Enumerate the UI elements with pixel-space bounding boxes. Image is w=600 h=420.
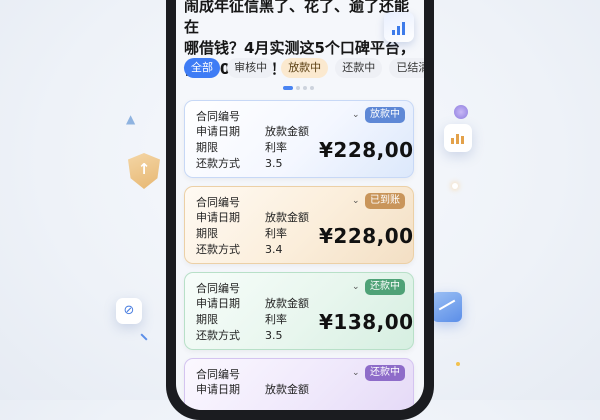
link-icon: ⊘ — [116, 298, 142, 324]
chevron-down-icon[interactable]: ⌄ — [352, 282, 360, 292]
chevron-down-icon[interactable]: ⌄ — [352, 368, 360, 378]
loan-amount-value: ¥138,00 — [319, 310, 414, 334]
chevron-down-icon[interactable]: ⌄ — [352, 196, 360, 206]
loan-card[interactable]: 合同编号 ⌄ 还款中 申请日期 放款金额 — [184, 358, 414, 410]
apply-date-label: 申请日期 — [196, 383, 240, 396]
loan-amount-value: ¥228,00 — [319, 138, 414, 162]
page-dot — [310, 86, 314, 90]
tab-all[interactable]: 全部 — [184, 58, 220, 78]
loan-card[interactable]: 合同编号 ⌄ 放款中 申请日期 放款金额 期限 利率 还款方式 3.5 ¥228… — [184, 100, 414, 178]
chevron-down-icon[interactable]: ⌄ — [352, 110, 360, 120]
term-label: 期限 — [196, 141, 218, 154]
repay-method-value: 3.5 — [265, 329, 283, 342]
chart-badge-icon — [384, 12, 414, 42]
loan-amount-label: 放款金额 — [265, 211, 309, 224]
repay-method-value: 3.4 — [265, 243, 283, 256]
apply-date-label: 申请日期 — [196, 297, 240, 310]
trend-chart-icon — [432, 292, 462, 322]
status-badge: 放款中 — [365, 107, 405, 123]
page-dot — [296, 86, 300, 90]
term-label: 期限 — [196, 227, 218, 240]
shield-arrow-icon: ↑ — [128, 153, 160, 189]
glow-dot-decoration — [452, 183, 458, 189]
loan-card[interactable]: 合同编号 ⌄ 还款中 申请日期 放款金额 期限 利率 还款方式 3.5 ¥138… — [184, 272, 414, 350]
loan-amount-label: 放款金额 — [265, 125, 309, 138]
status-badge: 已到账 — [365, 193, 405, 209]
loan-amount-value: ¥228,00 — [319, 224, 414, 248]
page-indicator — [283, 86, 317, 90]
apply-date-label: 申请日期 — [196, 125, 240, 138]
loan-amount-label: 放款金额 — [265, 297, 309, 310]
apply-date-label: 申请日期 — [196, 211, 240, 224]
status-badge: 还款中 — [365, 279, 405, 295]
contract-no-label: 合同编号 — [196, 282, 240, 295]
arrow-up-icon: ▲ — [126, 112, 136, 126]
repay-method-label: 还款方式 — [196, 157, 240, 170]
diagonal-line-decoration — [140, 333, 148, 341]
status-tabs: 全部 审核中 放款中 还款中 已结清 已 — [184, 58, 424, 78]
repay-method-value: 3.5 — [265, 157, 283, 170]
contract-no-label: 合同编号 — [196, 196, 240, 209]
spark-decoration — [456, 362, 460, 366]
repay-method-label: 还款方式 — [196, 329, 240, 342]
loan-amount-label: 放款金额 — [265, 383, 309, 396]
term-label: 期限 — [196, 313, 218, 326]
status-badge: 还款中 — [365, 365, 405, 381]
orb-icon — [454, 105, 468, 119]
contract-no-label: 合同编号 — [196, 110, 240, 123]
rate-label: 利率 — [265, 141, 287, 154]
tab-disbursing[interactable]: 放款中 — [281, 58, 329, 78]
bar-chart-icon — [444, 124, 472, 152]
tab-reviewing[interactable]: 审核中 — [227, 58, 275, 78]
page-dot — [283, 86, 293, 90]
page-dot — [303, 86, 307, 90]
contract-no-label: 合同编号 — [196, 368, 240, 381]
rate-label: 利率 — [265, 313, 287, 326]
phone-screen: 闹成年征信黑了、花了、逾了还能在 哪借钱？4月实测这5个口碑平台， 借3000稳… — [176, 0, 424, 410]
repay-method-label: 还款方式 — [196, 243, 240, 256]
tab-settled[interactable]: 已结清 — [389, 58, 424, 78]
loan-card[interactable]: 合同编号 ⌄ 已到账 申请日期 放款金额 期限 利率 还款方式 3.4 ¥228… — [184, 186, 414, 264]
tab-repaying[interactable]: 还款中 — [335, 58, 383, 78]
rate-label: 利率 — [265, 227, 287, 240]
